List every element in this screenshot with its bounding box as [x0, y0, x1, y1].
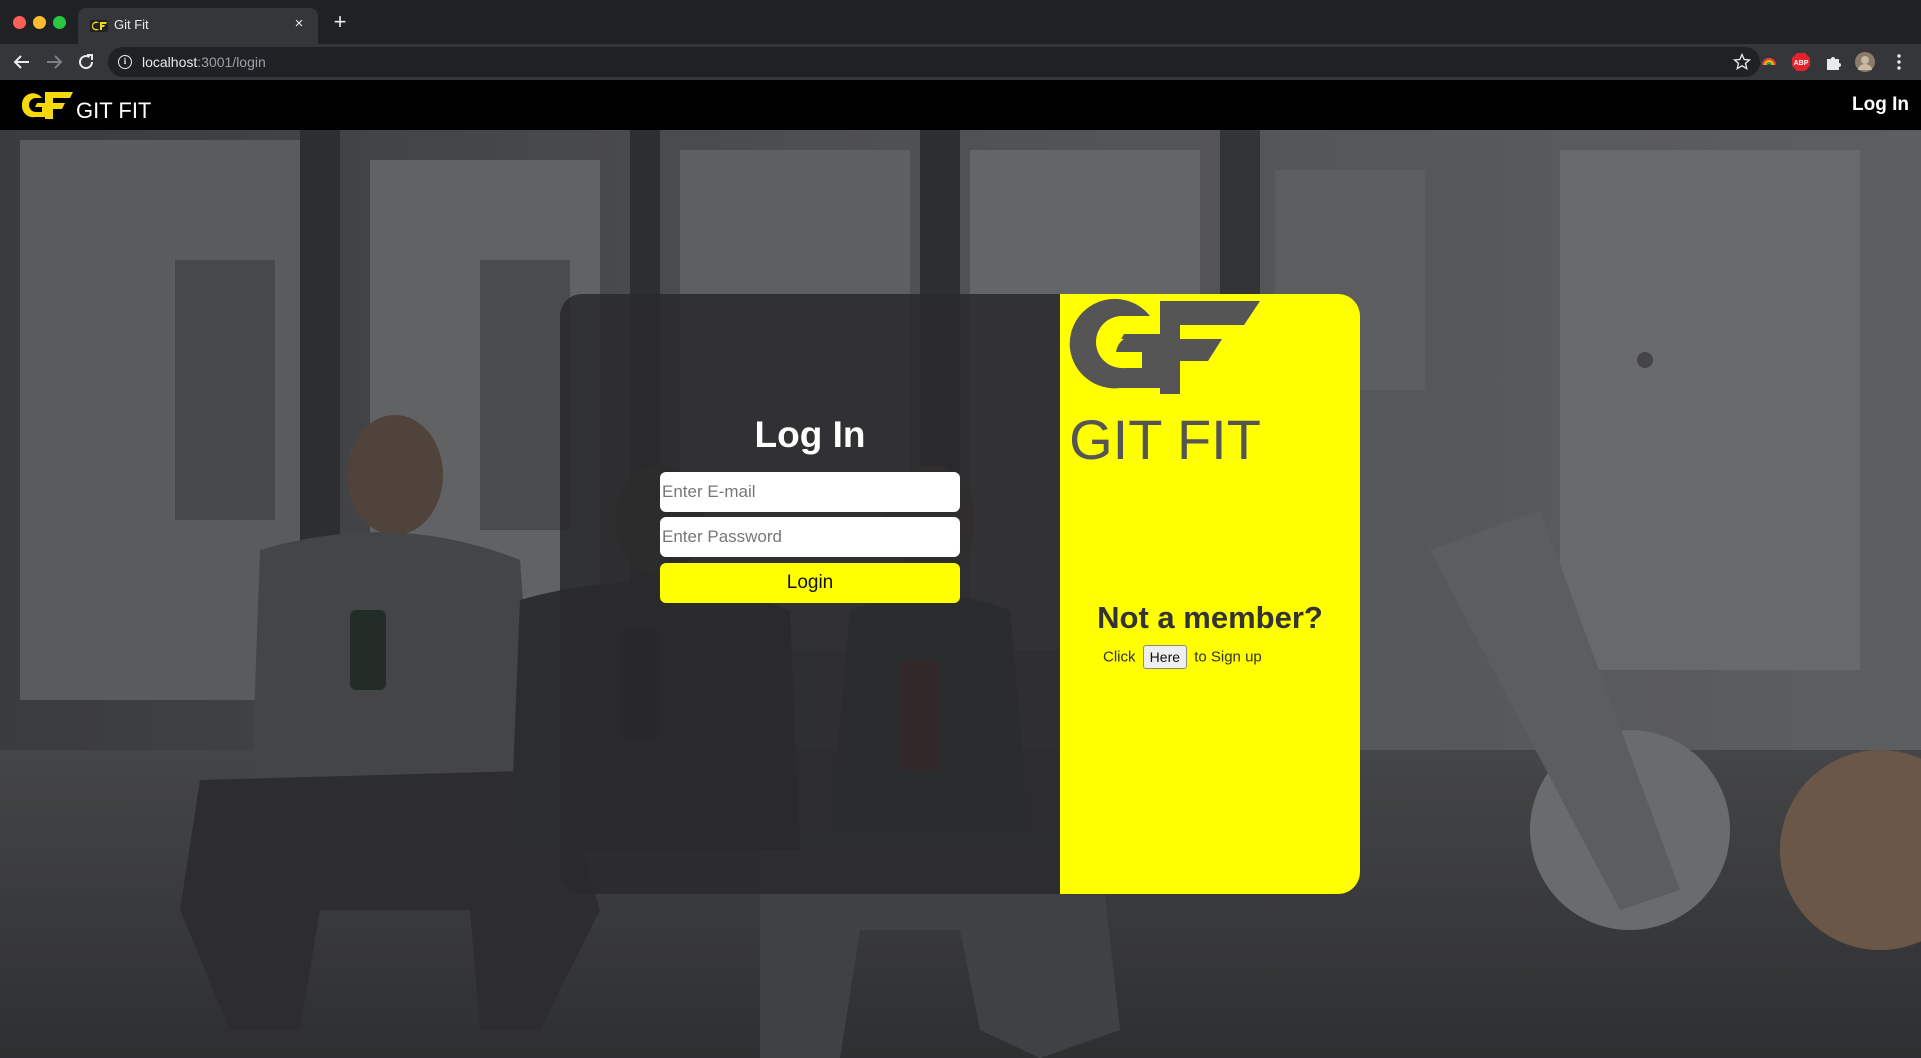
signup-suffix: to Sign up [1194, 648, 1262, 666]
site-info-icon[interactable]: i [118, 55, 132, 69]
url-text: localhost:3001/login [142, 54, 266, 70]
browser-toolbar: i localhost:3001/login ABP [0, 44, 1921, 80]
signup-panel: GIT FIT Not a member? Click Here to Sign… [1060, 294, 1360, 894]
close-window-button[interactable] [13, 16, 26, 29]
signup-prompt: Click Here to Sign up [1103, 645, 1262, 669]
svg-text:ABP: ABP [1794, 60, 1809, 67]
svg-text:GIT FIT: GIT FIT [76, 98, 151, 122]
maximize-window-button[interactable] [53, 16, 66, 29]
svg-text:GIT FIT: GIT FIT [1069, 408, 1261, 464]
gitfit-large-logo: GIT FIT [1069, 298, 1261, 464]
profile-avatar[interactable] [1855, 52, 1875, 72]
hero-section: Log In Login GIT FIT Not a member? Click… [0, 130, 1921, 1058]
signup-here-button[interactable]: Here [1142, 645, 1188, 669]
bookmark-star-icon[interactable] [1732, 52, 1752, 72]
site-navbar: GIT FIT Log In [0, 80, 1921, 130]
adblock-icon[interactable]: ABP [1791, 52, 1811, 72]
login-title: Log In [754, 414, 866, 455]
login-card: Log In Login GIT FIT Not a member? Click… [560, 294, 1360, 894]
tab-title: Git Fit [114, 17, 149, 32]
gitfit-logo[interactable]: GIT FIT [18, 88, 156, 122]
minimize-window-button[interactable] [33, 16, 46, 29]
new-tab-button[interactable]: + [330, 11, 350, 33]
puzzle-icon[interactable] [1824, 52, 1844, 72]
address-bar[interactable]: i localhost:3001/login [108, 47, 1760, 77]
rainbow-icon[interactable] [1759, 52, 1779, 72]
browser-menu-icon[interactable] [1889, 52, 1909, 72]
password-input[interactable] [660, 517, 960, 557]
back-arrow-icon[interactable] [10, 50, 34, 74]
browser-tab[interactable]: Git Fit × [78, 8, 318, 44]
forward-arrow-icon[interactable] [42, 50, 66, 74]
browser-titlebar: Git Fit × + [0, 0, 1921, 44]
email-input[interactable] [660, 472, 960, 512]
reload-icon[interactable] [74, 50, 98, 74]
nav-login-link[interactable]: Log In [1852, 94, 1909, 116]
signup-prefix: Click [1103, 648, 1136, 666]
gitfit-favicon-icon [90, 20, 108, 32]
not-member-heading: Not a member? [1097, 600, 1323, 635]
login-button[interactable]: Login [660, 563, 960, 603]
login-panel: Log In Login [560, 294, 1060, 894]
page-viewport: GIT FIT Log In Log In Enter E-mail Login… [0, 80, 1921, 1058]
close-tab-icon[interactable]: × [290, 15, 308, 33]
